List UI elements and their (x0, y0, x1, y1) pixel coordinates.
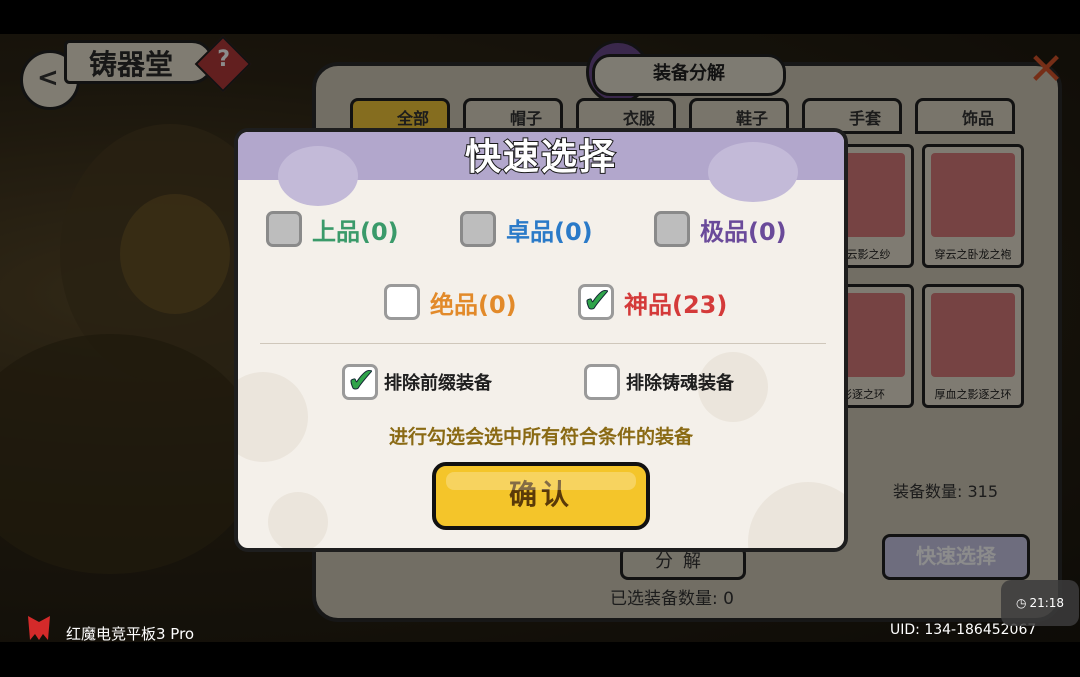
grade-label: 绝品(0) (430, 290, 517, 319)
exclude-prefix-label: 排除前缀装备 (384, 373, 492, 394)
check-icon: ✔ (583, 281, 612, 322)
checkbox[interactable] (584, 364, 620, 400)
checkbox[interactable]: ✔ (578, 281, 614, 322)
checkbox[interactable]: ✔ (342, 361, 378, 402)
device-name: 红魔电竞平板3 Pro (66, 625, 195, 643)
grade-label: 神品(23) (624, 290, 728, 319)
clock-icon: ◷ (1015, 596, 1027, 610)
brand-logo-icon (28, 616, 50, 640)
exclude-prefix-option[interactable]: ✔ 排除前缀装备 (342, 361, 492, 402)
checkbox[interactable] (654, 211, 690, 247)
grade-option-juepin[interactable]: 绝品(0) (384, 282, 517, 322)
divider (260, 343, 826, 344)
exclude-soul-label: 排除铸魂装备 (626, 373, 734, 394)
grade-option-zhuopin[interactable]: 卓品(0) (460, 209, 593, 249)
checkbox[interactable] (266, 211, 302, 247)
confirm-button[interactable]: 确认 (432, 462, 650, 530)
grade-label: 卓品(0) (506, 217, 593, 246)
dialog-title: 快速选择 (464, 136, 617, 179)
clock-widget: ◷ 21:18 (1001, 580, 1079, 626)
grade-option-shenpin[interactable]: ✔ 神品(23) (578, 281, 728, 322)
check-icon: ✔ (347, 361, 376, 402)
clock-time: 21:18 (1029, 596, 1065, 610)
grade-label: 极品(0) (700, 217, 787, 246)
exclude-soul-option[interactable]: 排除铸魂装备 (584, 362, 734, 402)
quick-select-dialog: 快速选择 上品(0) 卓品(0) 极品(0) 绝品(0) ✔ 神品(23) ✔ … (234, 128, 848, 552)
hint-text: 进行勾选会选中所有符合条件的装备 (388, 426, 693, 448)
grade-option-shangpin[interactable]: 上品(0) (266, 209, 399, 249)
grade-option-jipin[interactable]: 极品(0) (654, 209, 787, 249)
checkbox[interactable] (460, 211, 496, 247)
checkbox[interactable] (384, 284, 420, 320)
grade-label: 上品(0) (312, 217, 399, 246)
